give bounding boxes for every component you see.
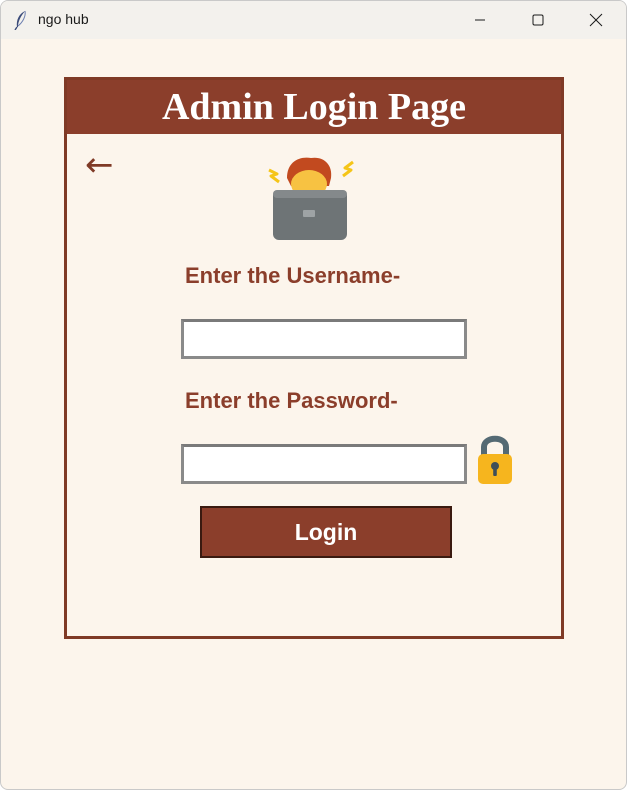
maximize-icon: [532, 14, 544, 26]
login-card: Admin Login Page ← Enter the Username- E…: [64, 77, 564, 639]
feather-icon: [14, 10, 26, 30]
username-label: Enter the Username-: [185, 263, 401, 288]
username-input[interactable]: [181, 319, 467, 359]
page-title: Admin Login Page: [161, 86, 467, 128]
password-input[interactable]: [181, 444, 467, 484]
password-label: Enter the Password-: [185, 388, 398, 413]
close-button[interactable]: [573, 1, 619, 39]
minimize-button[interactable]: [457, 1, 503, 39]
back-button[interactable]: ←: [85, 148, 114, 182]
minimize-icon: [475, 19, 485, 21]
login-button[interactable]: Login: [200, 506, 452, 558]
maximize-button[interactable]: [515, 1, 561, 39]
close-icon: [589, 13, 603, 27]
title-bar[interactable]: ngo hub: [1, 1, 626, 39]
technologist-icon: [268, 157, 354, 240]
lock-icon: [478, 435, 512, 484]
window-title: ngo hub: [38, 11, 89, 27]
card-header: Admin Login Page: [67, 80, 561, 134]
app-window: ngo hub Admin Login Page ← Enter the Use…: [0, 0, 627, 790]
